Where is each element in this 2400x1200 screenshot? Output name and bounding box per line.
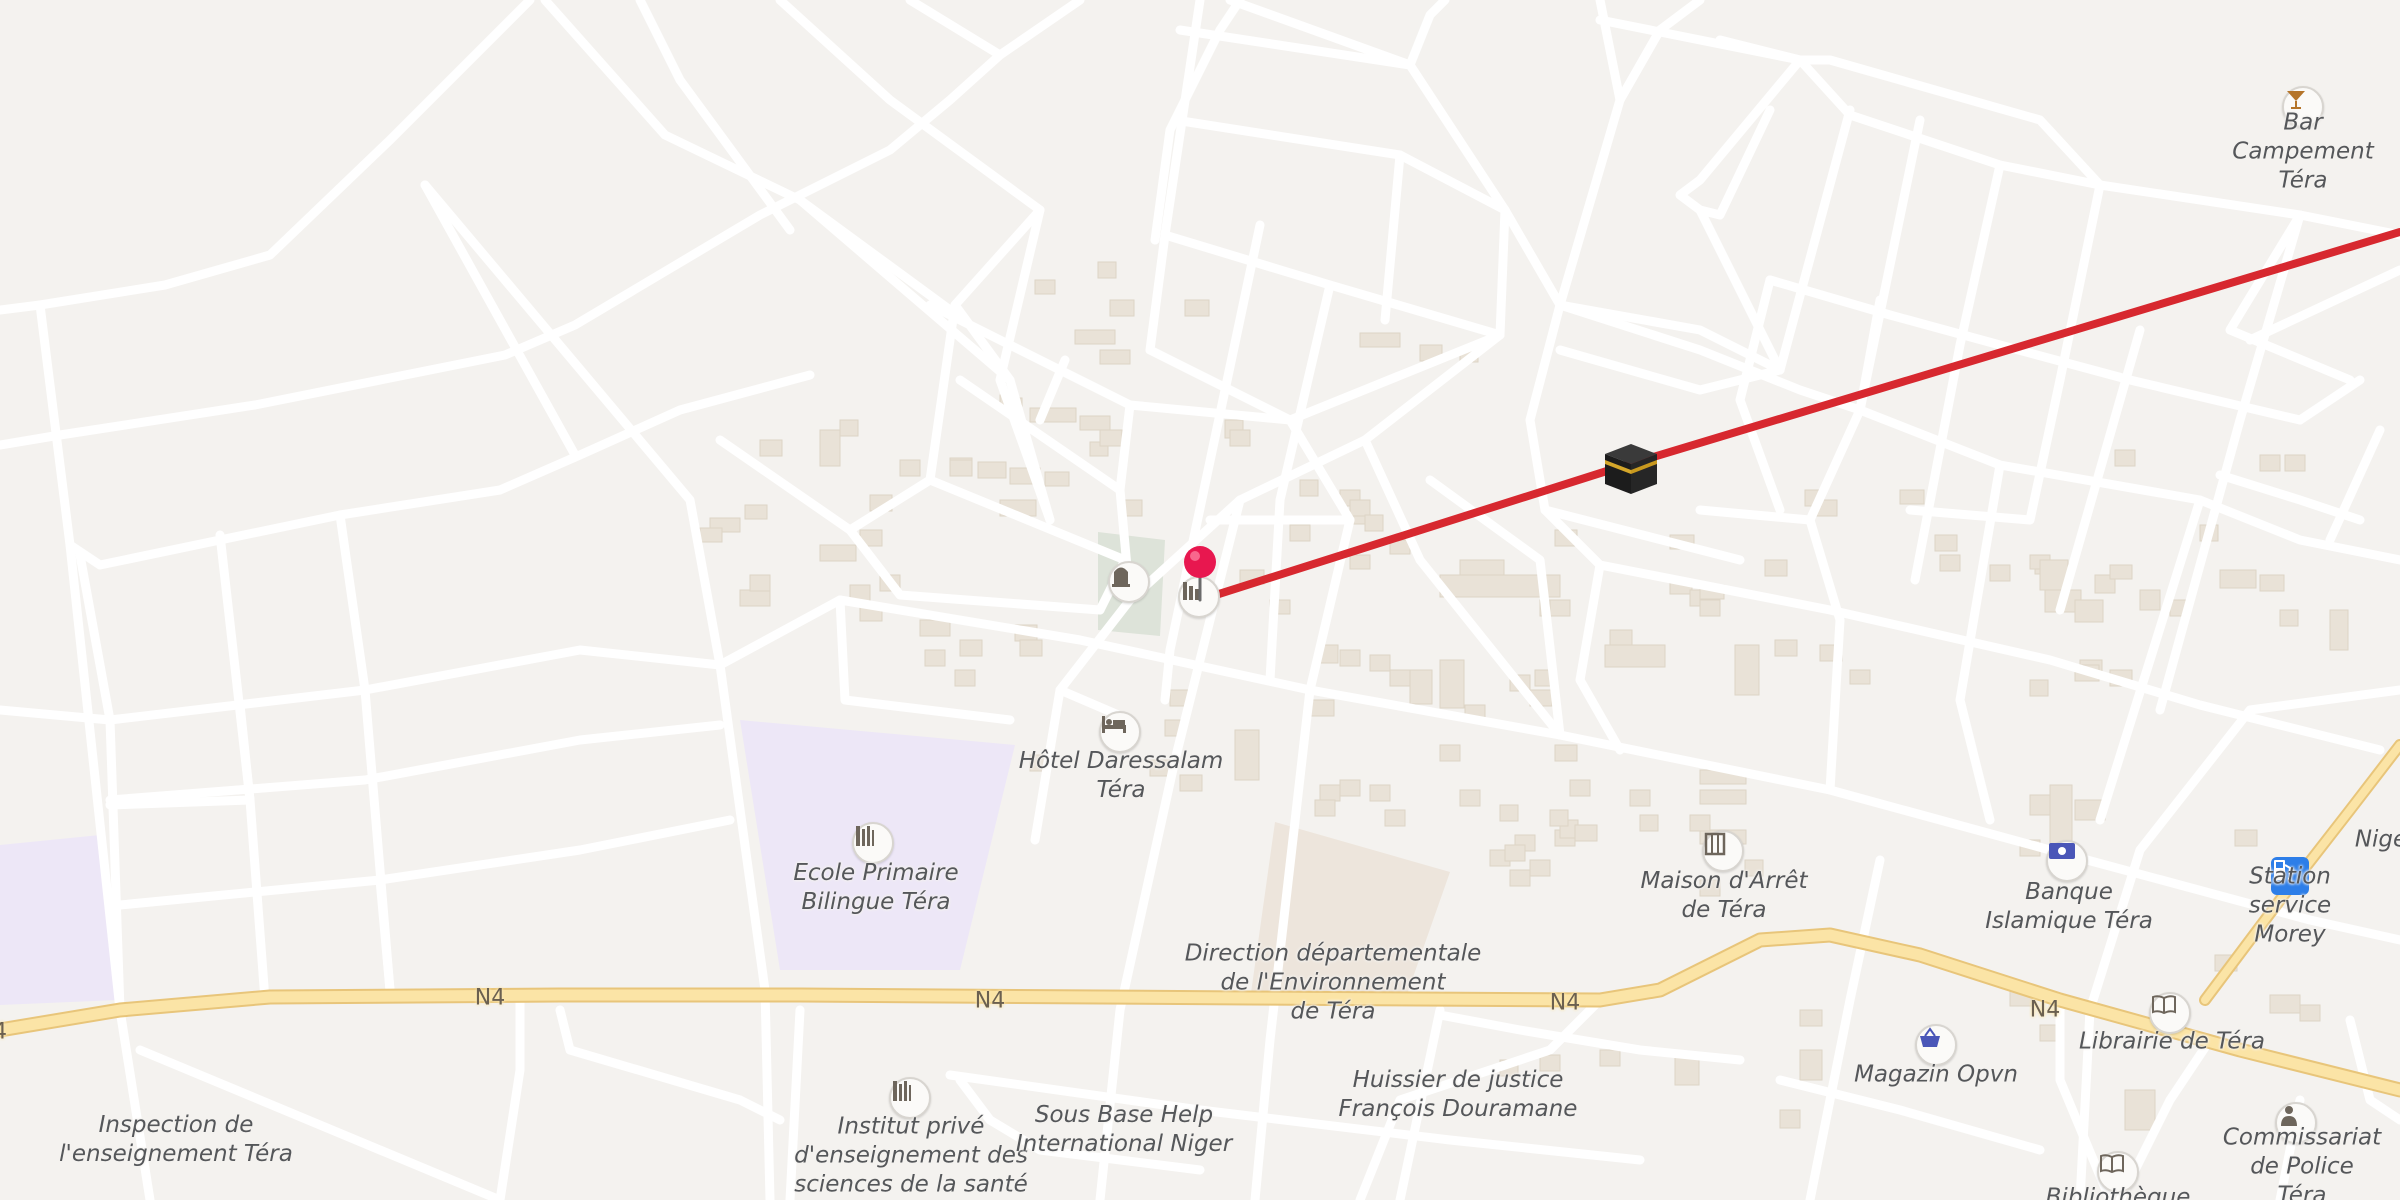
place-label-station-service: Station service Morey [2248, 863, 2332, 948]
kaaba-icon[interactable] [1603, 442, 1659, 496]
road-label-n4: N4 [2029, 997, 2061, 1023]
place-label-institut-prive: Institut privé d'enseignement des scienc… [794, 1113, 1028, 1198]
place-label-bar-campement: Bar Campement Téra [2232, 109, 2374, 194]
place-label-nige-partial: Nige [2354, 826, 2400, 853]
place-label-direction-env: Direction départementale de l'Environnem… [1184, 940, 1482, 1025]
place-label-ecole-primaire: Ecole Primaire Bilingue Téra [793, 860, 959, 915]
place-label-bibliotheque: Bibliothèque [2045, 1184, 2191, 1200]
road-label-n4: N4 [974, 988, 1006, 1014]
place-label-magazin-opvn: Magazin Opvn [1854, 1061, 2018, 1088]
road-label-n4: N4 [1549, 990, 1581, 1016]
prison-icon[interactable] [1702, 830, 1744, 872]
place-label-banque-islamique: Banque Islamique Téra [1985, 879, 2153, 934]
place-label-hotel-daressalam: Hôtel Daressalam Téra [1018, 748, 1224, 803]
place-label-commissariat: Commissariat de Police Téra [2222, 1124, 2382, 1200]
location-pin-icon[interactable] [1180, 544, 1220, 604]
banknote-icon[interactable] [2046, 840, 2088, 882]
school-icon[interactable] [852, 822, 894, 864]
road-label-n4-partial: 4 [0, 1020, 7, 1045]
road-label-n4: N4 [474, 985, 506, 1011]
place-label-huissier: Huissier de justice François Douramane [1338, 1067, 1578, 1122]
place-label-sous-base: Sous Base Help International Niger [1015, 1102, 1233, 1157]
place-label-maison-arret: Maison d'Arrêt de Téra [1640, 868, 1808, 923]
place-label-inspection: Inspection de l'enseignement Téra [59, 1112, 293, 1167]
place-label-librairie: Librairie de Téra [2078, 1028, 2266, 1055]
cemetery-icon[interactable] [1108, 561, 1150, 603]
map-canvas[interactable]: N4 N4 N4 N4 4 Bar Campement Téra Hôtel D… [0, 0, 2400, 1200]
